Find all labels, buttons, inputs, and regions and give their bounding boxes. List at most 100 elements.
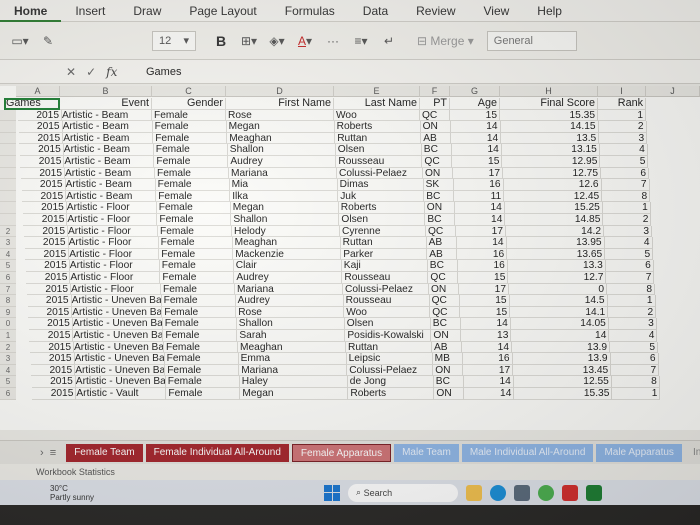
cell-col-a[interactable]: 2015 xyxy=(18,109,62,122)
row-header[interactable]: 5 xyxy=(0,376,16,388)
cell-col-g[interactable]: 15 xyxy=(452,156,503,168)
cell-col-b[interactable]: Artistic - Uneven Bars xyxy=(71,330,164,342)
cell-col-c[interactable]: Female xyxy=(161,283,235,296)
cell-col-e[interactable]: Dimas xyxy=(337,179,424,191)
cell-col-h[interactable]: 14.5 xyxy=(509,295,608,307)
cell-col-g[interactable]: 17 xyxy=(459,283,509,296)
cell-col-f[interactable]: ON xyxy=(434,388,465,400)
cell-col-d[interactable]: Meaghan xyxy=(232,237,341,249)
cell-col-b[interactable]: Artistic - Uneven Bars xyxy=(73,364,166,377)
chrome-icon[interactable] xyxy=(538,484,555,501)
cell-col-b[interactable]: Artistic - Floor xyxy=(68,272,161,284)
cell-col-g[interactable]: 14 xyxy=(460,318,511,330)
cell-col-g[interactable]: 15 xyxy=(458,272,509,284)
cell-col-h[interactable]: 14 xyxy=(511,330,610,342)
cell-col-f[interactable]: AB xyxy=(421,132,452,145)
cell-col-a[interactable]: 2015 xyxy=(26,272,71,284)
cell-col-c[interactable]: Female xyxy=(162,306,237,319)
cell-col-c[interactable]: Female xyxy=(153,144,228,156)
cell-col-e[interactable]: Olsen xyxy=(344,318,431,330)
row-header[interactable] xyxy=(0,214,16,226)
cell-col-i[interactable]: 4 xyxy=(604,237,653,249)
cell-col-g[interactable]: 11 xyxy=(454,190,505,203)
cell-col-c[interactable]: Female xyxy=(162,318,237,330)
fx-icon[interactable]: fx xyxy=(106,65,117,79)
column-header-a[interactable]: A xyxy=(16,86,60,97)
cell-col-b[interactable]: Artistic - Beam xyxy=(63,167,155,180)
cell-col-b[interactable]: Artistic - Uneven Bars xyxy=(73,376,166,388)
cell-col-d[interactable]: Mariana xyxy=(235,283,343,296)
column-header-b[interactable]: B xyxy=(60,86,152,97)
sheet-nav-icon[interactable]: › ≡ xyxy=(40,447,56,459)
cell-col-g[interactable]: 16 xyxy=(457,248,508,261)
row-header[interactable]: 3 xyxy=(0,237,16,249)
column-header-i[interactable]: I xyxy=(598,86,646,97)
cell-col-i[interactable]: 5 xyxy=(600,156,649,168)
cell-col-i[interactable]: 6 xyxy=(605,260,654,272)
cell-col-g[interactable]: 17 xyxy=(456,225,506,238)
cell-col-h[interactable]: 12.6 xyxy=(503,179,602,191)
cell-col-b[interactable]: Artistic - Uneven Bars xyxy=(72,341,164,354)
cell-col-d[interactable]: Audrey xyxy=(235,295,344,307)
cell-col-h[interactable]: 12.7 xyxy=(508,272,607,284)
cell-col-c[interactable]: Female xyxy=(159,248,234,261)
row-header[interactable]: 4 xyxy=(0,248,16,261)
netflix-icon[interactable] xyxy=(562,484,579,501)
header-cell-col-d[interactable]: First Name xyxy=(226,98,334,110)
cell-col-f[interactable]: AB xyxy=(432,341,462,354)
cell-col-h[interactable]: 14.05 xyxy=(510,318,609,330)
header-cell-col-g[interactable]: Age xyxy=(450,98,500,110)
row-header[interactable] xyxy=(0,156,16,168)
cell-col-c[interactable]: Female xyxy=(155,167,229,180)
cell-col-e[interactable]: Woo xyxy=(344,306,431,319)
cell-col-a[interactable]: 2015 xyxy=(22,190,67,203)
header-cell-col-c[interactable]: Gender xyxy=(152,98,226,110)
header-cell-col-i[interactable]: Rank xyxy=(598,98,646,110)
cell-col-d[interactable]: Shallon xyxy=(227,144,336,156)
cell-col-a[interactable]: 2015 xyxy=(21,179,66,191)
cell-col-f[interactable]: ON xyxy=(429,283,459,296)
cell-col-d[interactable]: Megan xyxy=(226,121,335,133)
cell-col-h[interactable]: 12.75 xyxy=(503,167,601,180)
cell-col-d[interactable]: Ilka xyxy=(230,190,339,203)
spreadsheet-grid[interactable]: A B C D E F G H I J Games Event Gender First Name Last… xyxy=(0,86,700,430)
cell-col-f[interactable]: QC xyxy=(428,272,459,284)
cell-col-f[interactable]: ON xyxy=(423,167,453,180)
cell-col-i[interactable]: 8 xyxy=(602,190,651,203)
cell-col-b[interactable]: Artistic - Floor xyxy=(67,260,160,272)
cell-col-b[interactable]: Artistic - Beam xyxy=(61,132,154,145)
cell-col-b[interactable]: Artistic - Floor xyxy=(67,248,160,261)
cell-col-f[interactable]: BC xyxy=(421,144,452,156)
column-header-c[interactable]: C xyxy=(152,86,226,97)
cell-col-d[interactable]: Mia xyxy=(229,179,338,191)
cell-col-a[interactable]: 2015 xyxy=(19,144,64,156)
header-cell-col-f[interactable]: PT xyxy=(420,98,450,110)
cell-col-i[interactable]: 8 xyxy=(611,376,660,388)
cell-col-f[interactable]: BC xyxy=(433,376,464,388)
cell-col-f[interactable]: BC xyxy=(424,190,455,203)
cell-col-g[interactable]: 14 xyxy=(454,202,505,214)
cell-col-b[interactable]: Artistic - Floor xyxy=(64,202,157,214)
cell-col-e[interactable]: Woo xyxy=(334,109,420,122)
tab-insert[interactable]: Insert xyxy=(61,0,119,22)
bold-button[interactable]: B xyxy=(210,30,232,52)
cell-col-a[interactable]: 2015 xyxy=(25,260,70,272)
cell-col-c[interactable]: Female xyxy=(157,214,232,226)
column-header-d[interactable]: D xyxy=(226,86,334,97)
borders-icon[interactable]: ⊞▾ xyxy=(238,30,260,52)
cell-col-d[interactable]: Sarah xyxy=(237,330,346,342)
cell-col-i[interactable]: 1 xyxy=(602,202,651,214)
cell-col-c[interactable]: Female xyxy=(164,341,238,354)
cell-col-h[interactable]: 12.45 xyxy=(504,190,603,203)
merge-button[interactable]: ⊟ Merge ▾ xyxy=(417,30,474,52)
row-header[interactable]: 1 xyxy=(0,330,16,342)
cell-col-f[interactable]: QC xyxy=(430,306,461,319)
cell-col-c[interactable]: Female xyxy=(161,295,236,307)
cell-col-e[interactable]: Roberts xyxy=(348,388,435,400)
cell-col-d[interactable]: Helody xyxy=(232,225,340,238)
cell-col-h[interactable]: 13.3 xyxy=(507,260,606,272)
cell-col-i[interactable]: 3 xyxy=(599,132,648,145)
cell-col-c[interactable]: Female xyxy=(164,353,239,365)
cancel-icon[interactable]: ✕ xyxy=(66,65,76,79)
cell-col-b[interactable]: Artistic - Uneven Bars xyxy=(72,353,165,365)
